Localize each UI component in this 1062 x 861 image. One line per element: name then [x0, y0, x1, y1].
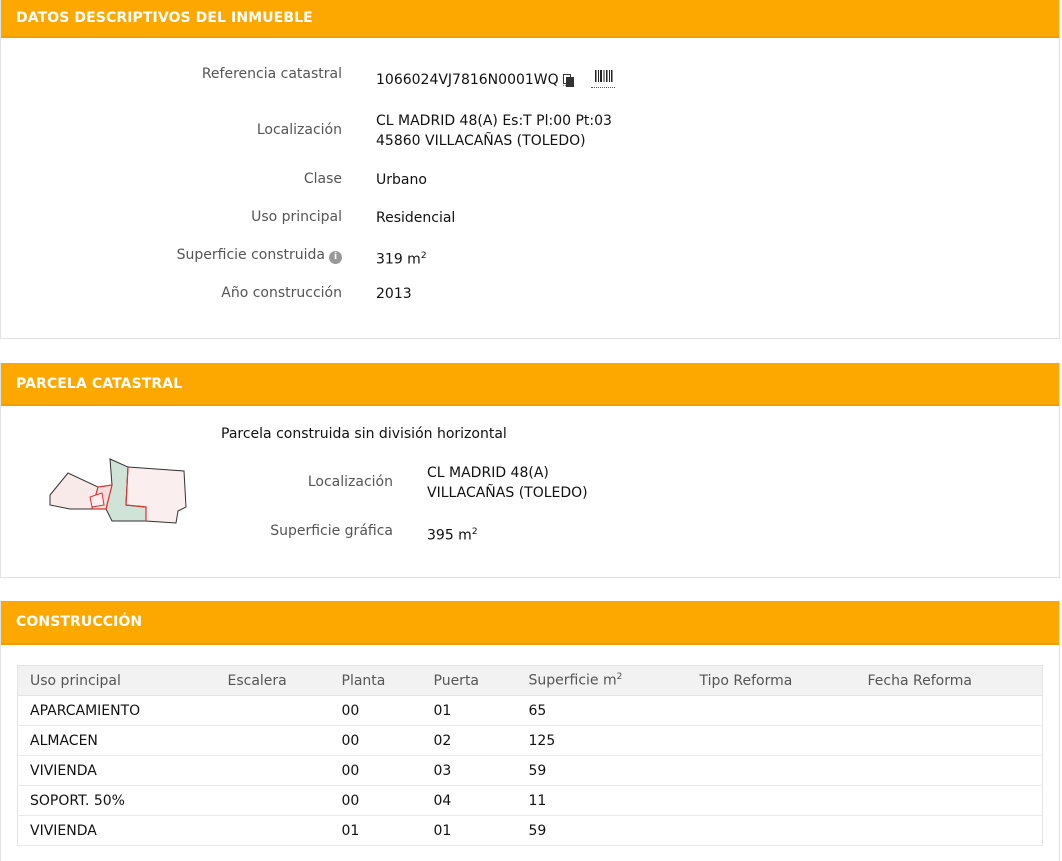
datos-descriptivos-header: DATOS DESCRIPTIVOS DEL INMUEBLE: [1, 0, 1059, 38]
construccion-header: CONSTRUCCIÓN: [1, 601, 1059, 645]
cell-tipo-reforma: [687, 815, 856, 846]
datos-descriptivos-panel: DATOS DESCRIPTIVOS DEL INMUEBLE Referenc…: [0, 0, 1060, 339]
cell-superficie: 59: [516, 755, 688, 786]
cell-superficie: 65: [516, 695, 688, 726]
cell-puerta: 01: [421, 695, 517, 726]
cell-escalera: [215, 755, 330, 786]
cell-uso: VIVIENDA: [17, 815, 216, 846]
table-row: SOPORT. 50% 00 04 11: [17, 785, 1043, 816]
col-uso-principal[interactable]: Uso principal: [17, 665, 216, 696]
table-row: APARCAMIENTO 00 01 65: [17, 695, 1043, 726]
clase-value: Urbano: [376, 172, 427, 188]
cell-fecha-reforma: [855, 785, 1043, 816]
parcel-map-icon[interactable]: [46, 455, 191, 527]
parcela-localizacion-label: Localización: [307, 474, 393, 490]
superficie-construida-label: Superficie construida i: [1, 247, 342, 264]
col-superficie[interactable]: Superficie m2: [516, 665, 688, 696]
cell-superficie: 125: [516, 725, 688, 756]
col-fecha-reforma[interactable]: Fecha Reforma: [855, 665, 1043, 696]
superficie-grafica-exp: 2: [471, 527, 478, 537]
cell-uso: SOPORT. 50%: [17, 785, 216, 816]
cell-escalera: [215, 725, 330, 756]
cell-fecha-reforma: [855, 755, 1043, 786]
cell-planta: 00: [329, 695, 422, 726]
referencia-value: 1066024VJ7816N0001WQ: [376, 72, 559, 88]
construccion-panel: CONSTRUCCIÓN Uso principal Escalera Plan…: [0, 601, 1060, 861]
superficie-grafica-label: Superficie gráfica: [270, 523, 393, 539]
cell-planta: 00: [329, 785, 422, 816]
localizacion-line1: CL MADRID 48(A) Es:T Pl:00 Pt:03: [376, 113, 612, 129]
construccion-title: CONSTRUCCIÓN: [16, 614, 143, 630]
table-row: ALMACEN 00 02 125: [17, 725, 1043, 756]
cell-escalera: [215, 785, 330, 816]
localizacion-line2: 45860 VILLACAÑAS (TOLEDO): [376, 133, 586, 149]
cell-uso: VIVIENDA: [17, 755, 216, 786]
superficie-grafica-number: 395 m: [427, 527, 472, 544]
cell-puerta: 02: [421, 725, 517, 756]
barcode-icon[interactable]: [591, 68, 615, 88]
col-superficie-exp: 2: [616, 672, 623, 683]
construccion-table: Uso principal Escalera Planta Puerta Sup…: [17, 665, 1043, 846]
copy-icon[interactable]: [562, 74, 574, 87]
superficie-construida-text: Superficie construida: [176, 247, 325, 263]
referencia-value-wrap: 1066024VJ7816N0001WQ: [376, 70, 574, 90]
referencia-label: Referencia catastral: [201, 66, 342, 82]
col-puerta[interactable]: Puerta: [421, 665, 517, 696]
info-icon[interactable]: i: [329, 251, 342, 264]
cell-puerta: 03: [421, 755, 517, 786]
cell-tipo-reforma: [687, 725, 856, 756]
cell-escalera: [215, 695, 330, 726]
cell-puerta: 04: [421, 785, 517, 816]
cell-planta: 01: [329, 815, 422, 846]
superficie-construida-number: 319 m: [376, 251, 421, 268]
parcela-catastral-title: PARCELA CATASTRAL: [16, 375, 183, 392]
parcela-localizacion-value: CL MADRID 48(A) VILLACAÑAS (TOLEDO): [427, 463, 588, 503]
cell-planta: 00: [329, 725, 422, 756]
cell-tipo-reforma: [687, 755, 856, 786]
cell-tipo-reforma: [687, 695, 856, 726]
anio-construccion-label: Año construcción: [221, 285, 342, 301]
cell-puerta: 01: [421, 815, 517, 846]
superficie-grafica-value: 395 m2: [427, 522, 478, 546]
col-planta[interactable]: Planta: [329, 665, 422, 696]
parcela-catastral-panel: PARCELA CATASTRAL Parcela construida sin…: [0, 363, 1060, 578]
superficie-construida-exp: 2: [420, 251, 427, 261]
col-tipo-reforma[interactable]: Tipo Reforma: [687, 665, 856, 696]
localizacion-label: Localización: [256, 122, 342, 138]
cell-superficie: 59: [516, 815, 688, 846]
uso-principal-value: Residencial: [376, 210, 456, 226]
parcela-catastral-header: PARCELA CATASTRAL: [1, 363, 1059, 406]
clase-label: Clase: [303, 171, 342, 187]
uso-principal-label: Uso principal: [251, 209, 342, 225]
col-superficie-text: Superficie m: [528, 672, 617, 689]
cell-superficie: 11: [516, 785, 688, 816]
cell-uso: ALMACEN: [17, 725, 216, 756]
anio-construccion-value: 2013: [376, 286, 412, 302]
parcela-localizacion-line1: CL MADRID 48(A): [427, 465, 549, 481]
col-escalera[interactable]: Escalera: [215, 665, 330, 696]
localizacion-value: CL MADRID 48(A) Es:T Pl:00 Pt:03 45860 V…: [376, 111, 612, 151]
superficie-construida-value: 319 m2: [376, 246, 427, 270]
table-row: VIVIENDA 01 01 59: [17, 815, 1043, 846]
cell-planta: 00: [329, 755, 422, 786]
table-header-row: Uso principal Escalera Planta Puerta Sup…: [17, 665, 1043, 696]
table-row: VIVIENDA 00 03 59: [17, 755, 1043, 786]
parcela-localizacion-line2: VILLACAÑAS (TOLEDO): [427, 485, 588, 501]
cell-fecha-reforma: [855, 695, 1043, 726]
parcela-subtitle: Parcela construida sin división horizont…: [221, 426, 507, 442]
cell-escalera: [215, 815, 330, 846]
cell-fecha-reforma: [855, 815, 1043, 846]
cell-tipo-reforma: [687, 785, 856, 816]
cell-fecha-reforma: [855, 725, 1043, 756]
cell-uso: APARCAMIENTO: [17, 695, 216, 726]
datos-descriptivos-title: DATOS DESCRIPTIVOS DEL INMUEBLE: [16, 10, 313, 26]
